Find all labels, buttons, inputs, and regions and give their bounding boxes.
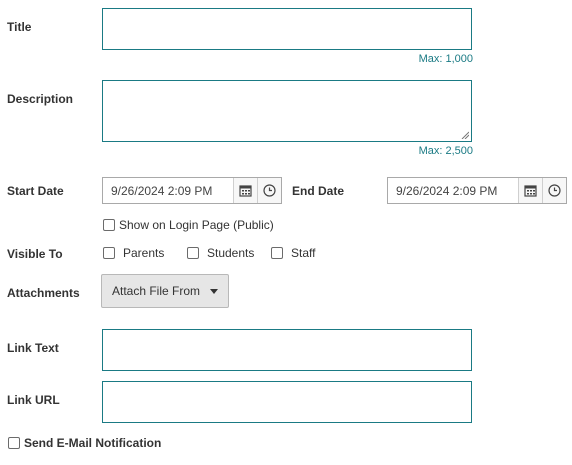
attach-file-from-button[interactable]: Attach File From: [101, 274, 229, 308]
calendar-icon: [524, 185, 537, 197]
description-textarea[interactable]: [102, 80, 472, 142]
end-date-calendar-button[interactable]: [518, 178, 542, 203]
send-email-checkbox[interactable]: [8, 437, 20, 449]
end-date-picker[interactable]: 9/26/2024 2:09 PM: [387, 177, 567, 204]
send-email-label[interactable]: Send E-Mail Notification: [24, 436, 161, 450]
attachments-label: Attachments: [7, 286, 80, 300]
description-label: Description: [7, 92, 74, 106]
start-date-calendar-button[interactable]: [233, 178, 257, 203]
show-on-login-checkbox[interactable]: [103, 219, 115, 231]
link-text-label: Link Text: [7, 341, 59, 355]
start-time-clock-button[interactable]: [257, 178, 281, 203]
students-checkbox[interactable]: [187, 247, 199, 259]
start-date-picker[interactable]: 9/26/2024 2:09 PM: [102, 177, 282, 204]
show-on-login-label[interactable]: Show on Login Page (Public): [119, 218, 274, 232]
visible-to-label: Visible To: [7, 247, 63, 261]
link-text-input[interactable]: [102, 329, 472, 371]
attach-file-from-label: Attach File From: [112, 284, 201, 298]
clock-icon: [263, 184, 276, 197]
resize-grip-icon[interactable]: [461, 131, 469, 139]
staff-label[interactable]: Staff: [291, 246, 315, 260]
link-url-label: Link URL: [7, 393, 60, 407]
start-date-label: Start Date: [7, 184, 64, 198]
link-url-input[interactable]: [102, 381, 472, 423]
title-input[interactable]: [102, 8, 472, 50]
end-time-clock-button[interactable]: [542, 178, 566, 203]
start-date-value[interactable]: 9/26/2024 2:09 PM: [103, 184, 233, 198]
end-date-label: End Date: [292, 184, 345, 198]
title-label: Title: [7, 20, 32, 34]
caret-down-icon: [210, 288, 219, 294]
parents-label[interactable]: Parents: [123, 246, 164, 260]
students-label[interactable]: Students: [207, 246, 254, 260]
calendar-icon: [239, 185, 252, 197]
staff-checkbox[interactable]: [271, 247, 283, 259]
end-date-value[interactable]: 9/26/2024 2:09 PM: [388, 184, 518, 198]
description-max-hint: Max: 2,500: [418, 145, 473, 157]
title-max-hint: Max: 1,000: [418, 53, 473, 65]
parents-checkbox[interactable]: [103, 247, 115, 259]
clock-icon: [548, 184, 561, 197]
